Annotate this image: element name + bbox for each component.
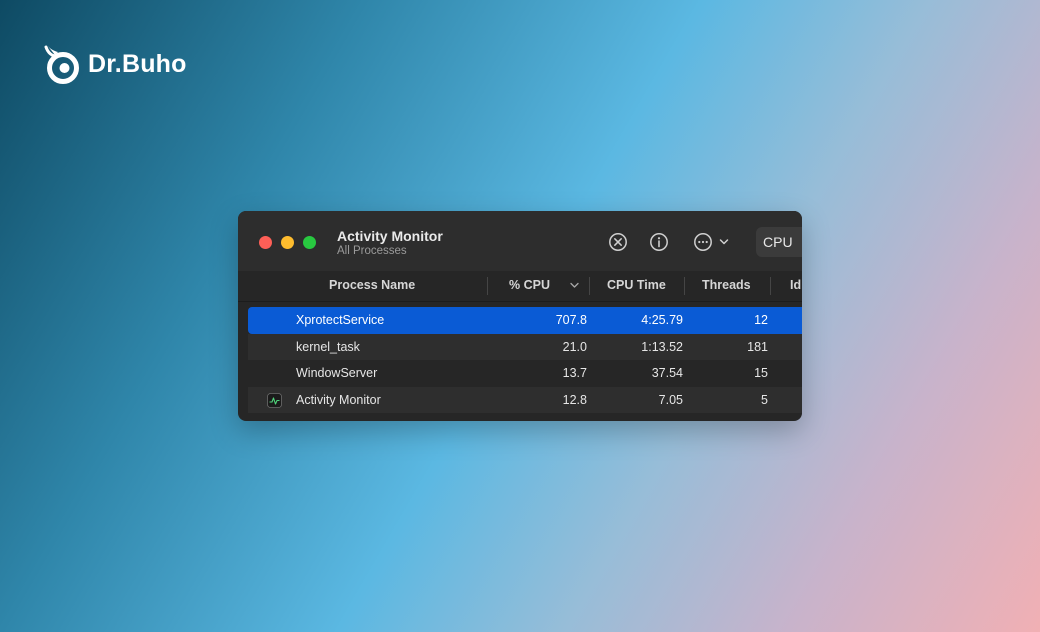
window-titlebar: Activity Monitor All Processes CPU bbox=[238, 211, 802, 271]
stop-process-icon[interactable] bbox=[608, 232, 628, 252]
process-threads: 5 bbox=[761, 392, 768, 407]
column-divider[interactable] bbox=[589, 277, 590, 295]
process-table: XprotectService 707.8 4:25.79 12 kernel_… bbox=[238, 302, 802, 421]
activity-monitor-app-icon bbox=[267, 392, 282, 408]
brand-logo: Dr.Buho bbox=[44, 43, 187, 85]
column-process-name[interactable]: Process Name bbox=[329, 271, 415, 301]
process-cpu-time: 1:13.52 bbox=[641, 339, 683, 354]
process-name: WindowServer bbox=[296, 366, 378, 380]
process-cpu: 21.0 bbox=[562, 339, 587, 354]
column-idle-wake-ups[interactable]: Id bbox=[790, 271, 801, 301]
close-window-button[interactable] bbox=[259, 236, 272, 249]
column-cpu[interactable]: % CPU bbox=[509, 271, 550, 301]
maximize-window-button[interactable] bbox=[303, 236, 316, 249]
sort-descending-icon[interactable] bbox=[570, 282, 579, 289]
table-row[interactable]: XprotectService 707.8 4:25.79 12 bbox=[248, 307, 802, 334]
process-cpu: 707.8 bbox=[555, 313, 587, 327]
window-title: Activity Monitor bbox=[337, 228, 443, 244]
chevron-down-icon[interactable] bbox=[719, 238, 729, 246]
table-row[interactable]: WindowServer 13.7 37.54 15 bbox=[248, 360, 802, 387]
process-cpu: 13.7 bbox=[562, 366, 587, 380]
owl-logo-icon bbox=[44, 45, 79, 84]
process-threads: 181 bbox=[747, 339, 768, 354]
tab-cpu[interactable]: CPU bbox=[756, 227, 802, 257]
activity-monitor-window: Activity Monitor All Processes CPU Proce… bbox=[238, 211, 802, 421]
column-divider[interactable] bbox=[684, 277, 685, 295]
column-divider[interactable] bbox=[487, 277, 488, 295]
table-row[interactable]: Activity Monitor 12.8 7.05 5 bbox=[248, 386, 802, 413]
window-subtitle[interactable]: All Processes bbox=[337, 245, 407, 257]
process-threads: 12 bbox=[754, 313, 768, 327]
process-cpu: 12.8 bbox=[562, 392, 587, 407]
info-icon[interactable] bbox=[649, 232, 669, 252]
process-cpu-time: 7.05 bbox=[658, 392, 683, 407]
process-threads: 15 bbox=[754, 366, 768, 380]
column-header: Process Name % CPU CPU Time Threads Id bbox=[238, 271, 802, 302]
process-name: kernel_task bbox=[296, 339, 360, 354]
more-options-icon[interactable] bbox=[693, 232, 713, 252]
process-cpu-time: 37.54 bbox=[651, 366, 683, 380]
process-name: XprotectService bbox=[296, 313, 385, 327]
minimize-window-button[interactable] bbox=[281, 236, 294, 249]
table-row[interactable]: kernel_task 21.0 1:13.52 181 bbox=[248, 333, 802, 360]
process-cpu-time: 4:25.79 bbox=[641, 313, 683, 327]
column-divider[interactable] bbox=[770, 277, 771, 295]
column-cpu-time[interactable]: CPU Time bbox=[607, 271, 666, 301]
brand-name: Dr.Buho bbox=[88, 49, 187, 78]
process-name: Activity Monitor bbox=[296, 392, 381, 407]
column-threads[interactable]: Threads bbox=[702, 271, 751, 301]
